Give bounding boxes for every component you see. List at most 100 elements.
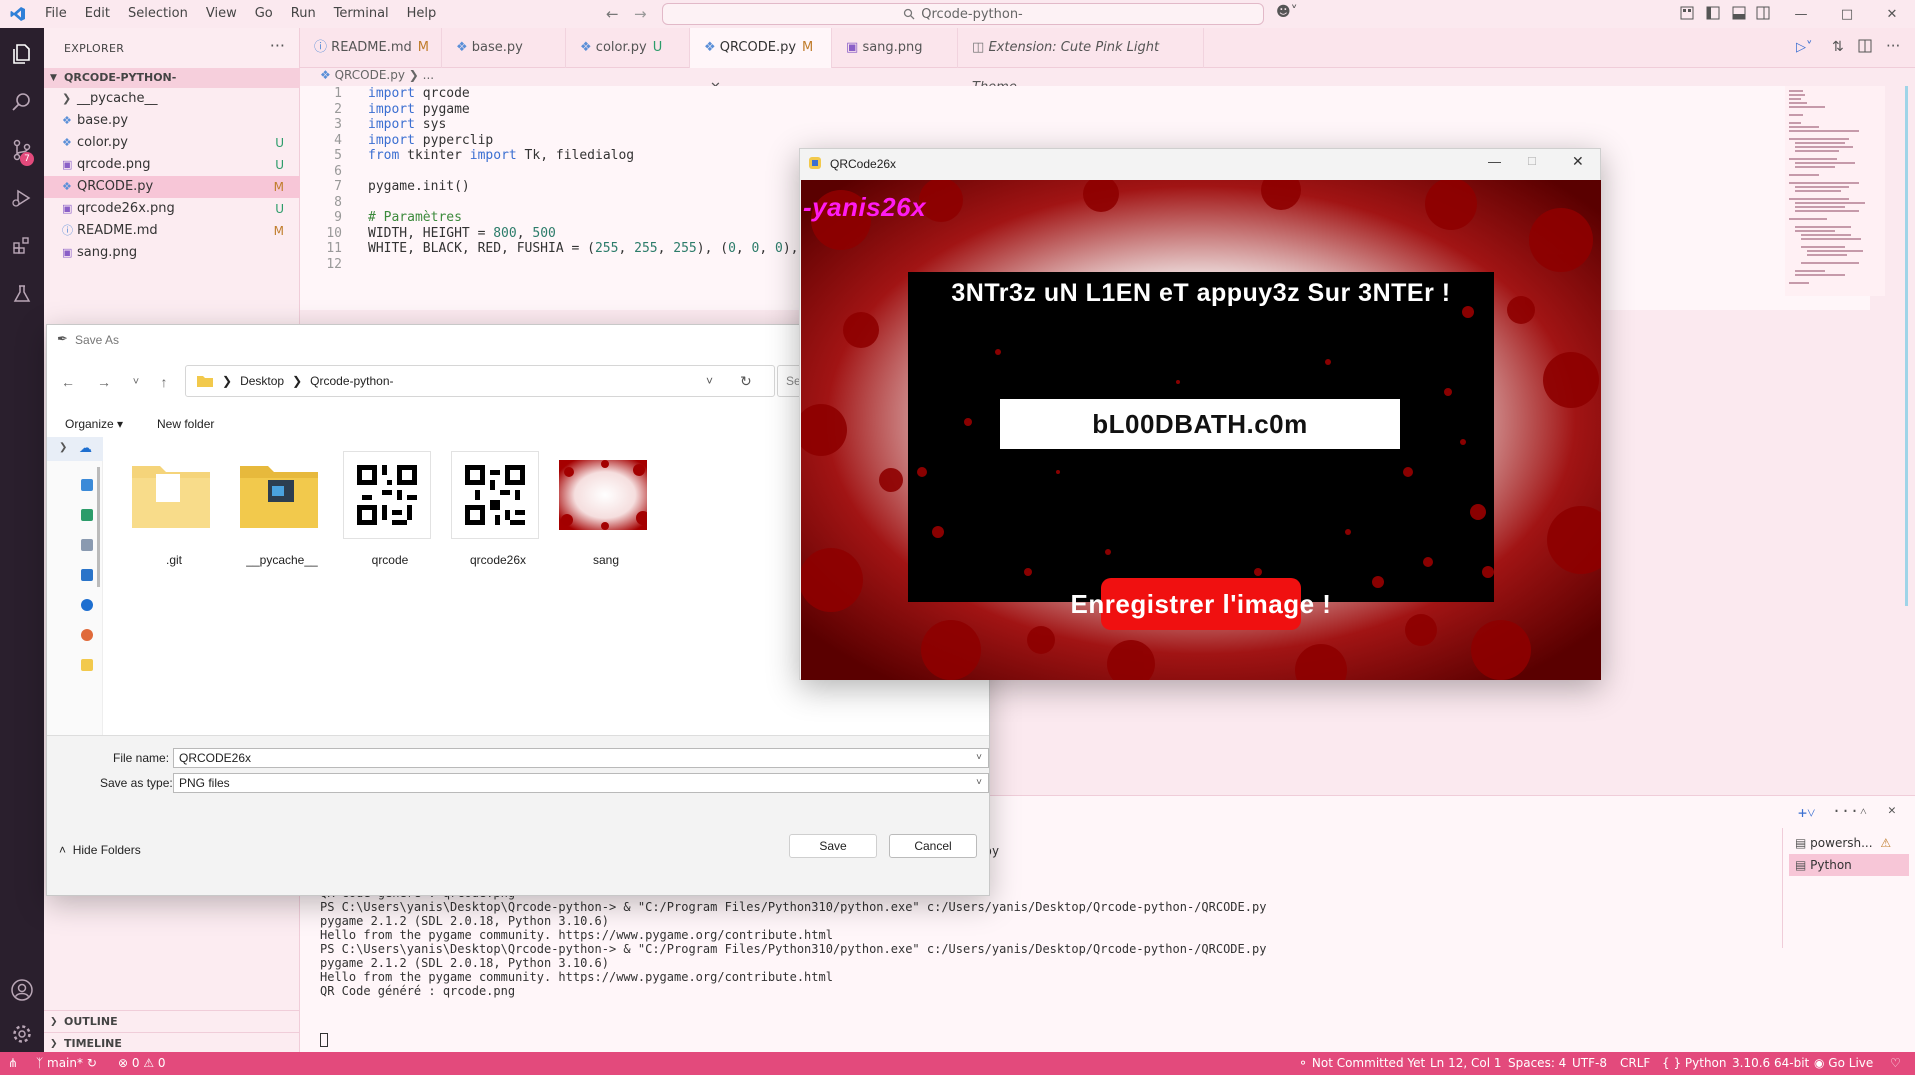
tree-item-readme-md[interactable]: ⓘ README.md M xyxy=(44,220,300,242)
more-actions-icon[interactable]: ··· xyxy=(1886,37,1900,55)
menu-go[interactable]: Go xyxy=(246,0,282,28)
toggle-sidebar-icon[interactable] xyxy=(1706,6,1720,20)
path-desktop[interactable]: Desktop xyxy=(240,374,284,388)
file-item-git[interactable]: .git xyxy=(121,451,217,571)
toggle-layout-icon[interactable] xyxy=(1680,6,1694,20)
minimap[interactable] xyxy=(1785,86,1885,296)
file-item-sang[interactable]: sang xyxy=(553,451,649,571)
toggle-secondary-sidebar-icon[interactable] xyxy=(1756,6,1770,20)
open-changes-icon[interactable]: ⇅ xyxy=(1832,39,1844,55)
forward-arrow-icon[interactable]: → xyxy=(634,5,647,23)
downloads-nav-icon[interactable] xyxy=(81,509,93,521)
menu-edit[interactable]: Edit xyxy=(76,0,119,28)
code-line[interactable]: import pygame xyxy=(368,102,470,117)
run-debug-icon[interactable] xyxy=(8,184,36,212)
terminal-more-icon[interactable]: ··· xyxy=(1832,802,1859,820)
music-nav-icon[interactable] xyxy=(81,629,93,641)
cursor-position[interactable]: Ln 12, Col 1 xyxy=(1430,1052,1502,1075)
code-line[interactable]: # Paramètres xyxy=(368,210,462,225)
address-dropdown-icon[interactable]: ˅ xyxy=(706,374,713,388)
menu-help[interactable]: Help xyxy=(398,0,446,28)
file-item-qrcode[interactable]: qrcode xyxy=(337,451,433,571)
toggle-panel-icon[interactable] xyxy=(1732,6,1746,20)
timeline-section[interactable]: ❯ TIMELINE xyxy=(44,1032,300,1054)
nav-onedrive-row[interactable]: ❯ ☁ xyxy=(47,437,103,461)
tree-item-qrcode-py[interactable]: ❖ QRCODE.py M xyxy=(44,176,300,198)
pygame-canvas[interactable]: -yanis26x 3NTr3z uN L1EN eT appuy3z Sur … xyxy=(801,180,1601,680)
menu-terminal[interactable]: Terminal xyxy=(325,0,398,28)
save-type-select[interactable]: PNG files ˅ xyxy=(173,773,989,793)
tab-readme[interactable]: ⓘ README.md M xyxy=(300,28,442,68)
hide-folders-toggle[interactable]: ˄ Hide Folders xyxy=(59,843,141,857)
chevron-down-icon[interactable]: ˅ xyxy=(976,774,982,792)
url-input[interactable]: bL00DBATH.c0m xyxy=(1000,399,1400,449)
folder-nav-icon[interactable] xyxy=(81,659,93,671)
split-editor-icon[interactable] xyxy=(1858,39,1872,53)
eol-status[interactable]: CRLF xyxy=(1620,1052,1650,1075)
organize-menu[interactable]: Organize ▾ xyxy=(65,417,123,431)
menu-selection[interactable]: Selection xyxy=(119,0,197,28)
path-folder[interactable]: Qrcode-python- xyxy=(310,374,393,388)
documents-nav-icon[interactable] xyxy=(81,539,93,551)
menu-run[interactable]: Run xyxy=(282,0,325,28)
back-arrow-icon[interactable]: ← xyxy=(59,373,77,391)
tree-item-base-py[interactable]: ❖ base.py xyxy=(44,110,300,132)
scrollbar-thumb[interactable] xyxy=(1905,86,1908,606)
extensions-icon[interactable] xyxy=(8,232,36,260)
forward-arrow-icon[interactable]: → xyxy=(95,373,113,391)
branch-indicator[interactable]: ᛉ main* ↻ xyxy=(36,1052,97,1075)
maximize-button[interactable]: □ xyxy=(1824,0,1870,28)
problems-indicator[interactable]: ⊗ 0 ⚠ 0 xyxy=(118,1052,166,1075)
close-panel-icon[interactable]: ✕ xyxy=(1888,803,1896,818)
new-folder-button[interactable]: New folder xyxy=(157,417,214,431)
workspace-folder-header[interactable]: ▼ QRCODE-PYTHON- xyxy=(44,68,300,88)
file-name-input[interactable]: QRCODE26x ˅ xyxy=(173,748,989,768)
minimize-button[interactable]: — xyxy=(1778,0,1824,28)
chevron-down-icon[interactable]: ˅ xyxy=(976,749,982,767)
breadcrumb-rest[interactable]: ... xyxy=(423,68,434,82)
editor-scrollbar[interactable] xyxy=(1900,86,1912,606)
file-item-pycache[interactable]: __pycache__ xyxy=(229,451,325,571)
up-arrow-icon[interactable]: ↑ xyxy=(155,373,173,391)
close-button[interactable]: ✕ xyxy=(1869,0,1915,28)
menu-view[interactable]: View xyxy=(197,0,246,28)
maximize-button[interactable]: □ xyxy=(1528,153,1536,168)
pictures-nav-icon[interactable] xyxy=(81,569,93,581)
account-icon[interactable] xyxy=(8,976,36,1004)
copilot-icon[interactable]: ☻˅ xyxy=(1276,4,1298,20)
help-nav-icon[interactable] xyxy=(81,599,93,611)
menu-file[interactable]: File xyxy=(36,0,76,28)
outline-section[interactable]: ❯ OUTLINE xyxy=(44,1010,300,1032)
explorer-icon[interactable] xyxy=(8,40,36,68)
tab-sang-png[interactable]: ▣ sang.png xyxy=(832,28,958,68)
code-line[interactable]: WIDTH, HEIGHT = 800, 500 xyxy=(368,226,556,241)
code-line[interactable]: pygame.init() xyxy=(368,179,470,194)
terminal-session-python[interactable]: ▤ Python xyxy=(1789,854,1909,876)
testing-flask-icon[interactable] xyxy=(8,280,36,308)
command-center-search[interactable]: Qrcode-python- xyxy=(662,3,1264,25)
tree-item-color-py[interactable]: ❖ color.py U xyxy=(44,132,300,154)
explorer-more-icon[interactable]: ··· xyxy=(270,36,285,55)
code-line[interactable]: import pyperclip xyxy=(368,133,493,148)
indentation-status[interactable]: Spaces: 4 xyxy=(1508,1052,1566,1075)
save-image-button[interactable]: Enregistrer l'image ! xyxy=(801,582,1601,626)
file-item-qrcode26x[interactable]: qrcode26x xyxy=(445,451,541,571)
tab-qrcode-py[interactable]: ❖ QRCODE.pyM ✕ xyxy=(690,28,832,95)
interpreter-status[interactable]: 3.10.6 64-bit xyxy=(1732,1052,1809,1075)
tab-color-py[interactable]: ❖ color.py U xyxy=(566,28,690,68)
code-line[interactable]: from tkinter import Tk, filedialog xyxy=(368,148,634,163)
tree-item-pycache[interactable]: ❯ __pycache__ xyxy=(44,88,300,110)
go-live-button[interactable]: ◉ Go Live xyxy=(1814,1052,1873,1075)
minimize-button[interactable]: — xyxy=(1488,154,1501,169)
breadcrumb-file[interactable]: QRCODE.py xyxy=(335,68,405,82)
close-button[interactable]: ✕ xyxy=(1572,153,1584,170)
search-icon[interactable] xyxy=(8,88,36,116)
new-terminal-icon[interactable]: +˅ xyxy=(1798,804,1816,823)
tab-extension-theme[interactable]: ◫ Extension: Cute Pink Light Theme xyxy=(958,28,1204,95)
code-line[interactable]: WHITE, BLACK, RED, FUSHIA = (255, 255, 2… xyxy=(368,241,799,256)
nav-scrollbar[interactable] xyxy=(97,467,100,587)
language-status[interactable]: { } Python xyxy=(1662,1052,1727,1075)
refresh-icon[interactable]: ↻ xyxy=(740,373,752,390)
code-line[interactable]: import qrcode xyxy=(368,86,470,101)
settings-gear-icon[interactable] xyxy=(8,1020,36,1048)
